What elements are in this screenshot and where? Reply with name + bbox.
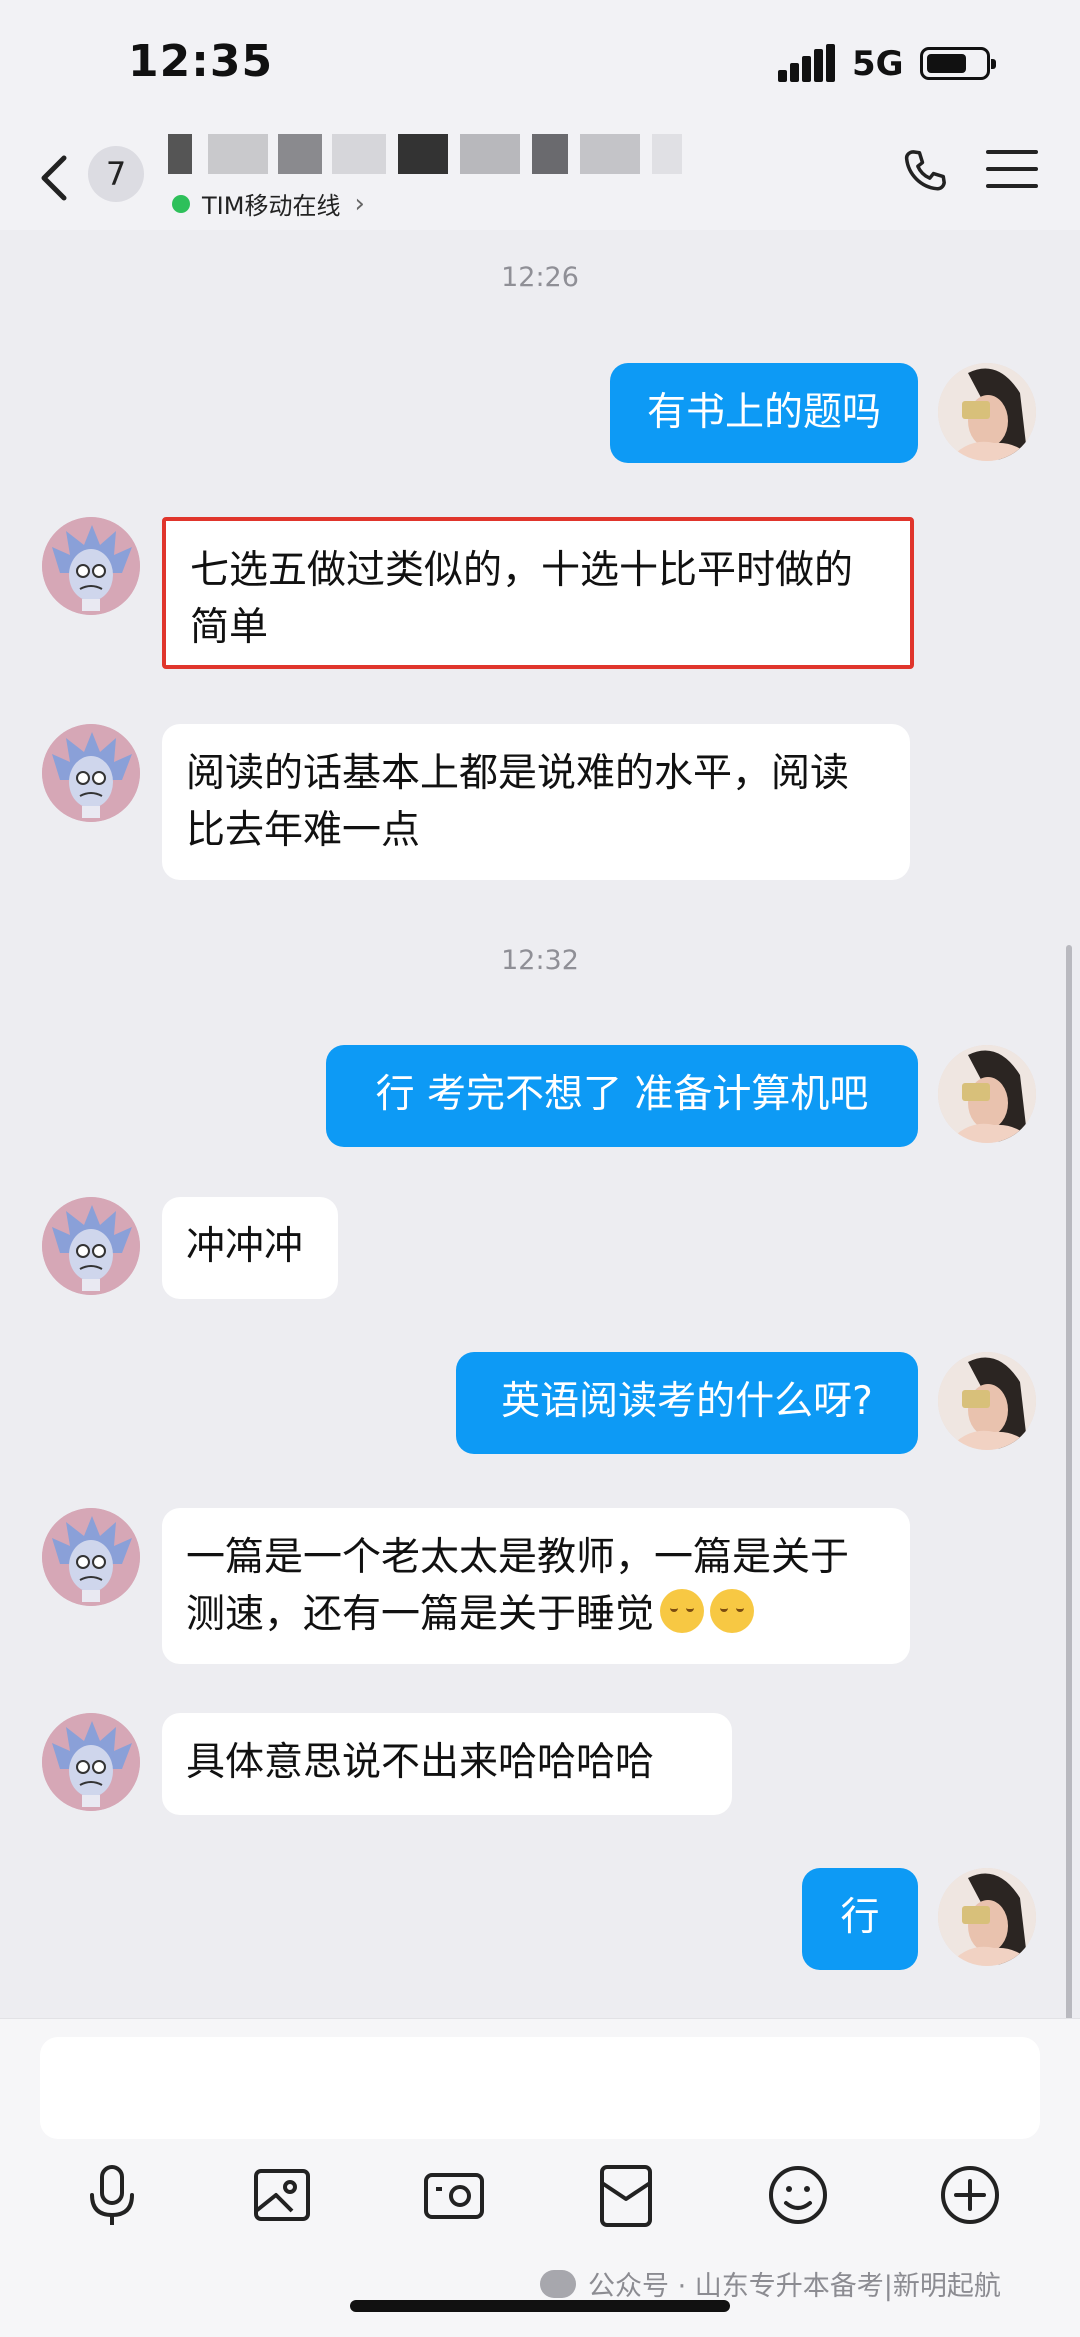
home-indicator[interactable] [350,2300,730,2312]
timestamp: 12:32 [501,945,579,976]
unread-count-badge[interactable]: 7 [88,146,144,202]
self-avatar[interactable] [938,1352,1036,1450]
incoming-message-bubble[interactable]: 具体意思说不出来哈哈哈哈 [162,1713,732,1815]
red-envelope-button[interactable] [590,2159,662,2231]
chevron-right-icon: › [354,188,365,219]
contact-avatar[interactable] [42,1197,140,1295]
camera-icon [424,2173,484,2219]
red-envelope-icon [600,2165,652,2227]
relieved-face-icon [710,1589,755,1633]
online-dot-icon [172,194,190,213]
watermark: 公众号 · 山东专升本备考|新明起航 [540,2264,1001,2303]
chevron-left-icon [41,155,67,201]
voice-button[interactable] [76,2159,148,2231]
microphone-icon [90,2165,134,2225]
emoji-icon [769,2166,827,2224]
message-input[interactable] [40,2037,1040,2139]
outgoing-message-bubble[interactable]: 行 考完不想了 准备计算机吧 [326,1045,918,1147]
emoji-button[interactable] [762,2159,834,2231]
outgoing-message-bubble[interactable]: 有书上的题吗 [610,363,918,463]
contact-name-redacted [168,134,688,180]
contact-avatar[interactable] [42,517,140,615]
battery-icon [920,47,996,80]
outgoing-message-bubble[interactable]: 行 [802,1868,918,1970]
watermark-text: 公众号 · 山东专升本备考|新明起航 [588,2271,1001,2302]
image-icon [254,2169,310,2221]
plus-icon [941,2166,999,2224]
self-avatar[interactable] [938,363,1036,461]
incoming-message-bubble[interactable]: 冲冲冲 [162,1197,338,1299]
contact-avatar[interactable] [42,1508,140,1606]
contact-avatar[interactable] [42,1713,140,1811]
timestamp: 12:26 [501,262,579,293]
contact-avatar[interactable] [42,724,140,822]
status-time: 12:35 [128,36,274,87]
self-avatar[interactable] [938,1045,1036,1143]
signal-icon [778,44,836,82]
wechat-icon [540,2269,576,2298]
scrollbar[interactable] [1066,945,1072,2025]
incoming-message-bubble[interactable]: 阅读的话基本上都是说难的水平，阅读比去年难一点 [162,724,910,880]
relieved-face-icon [660,1589,705,1633]
phone-icon [904,150,946,191]
outgoing-message-bubble[interactable]: 英语阅读考的什么呀? [456,1352,918,1454]
network-type: 5G [852,44,904,84]
status-bar: 12:35 5G [0,0,1080,130]
menu-button[interactable] [986,150,1038,200]
contact-status[interactable]: TIM移动在线 › [172,186,365,221]
incoming-message-bubble[interactable]: 一篇是一个老太太是教师，一篇是关于测速，还有一篇是关于睡觉 [162,1508,910,1664]
contact-status-text: TIM移动在线 [202,192,341,220]
image-button[interactable] [246,2159,318,2231]
incoming-message-bubble-highlighted[interactable]: 七选五做过类似的，十选十比平时做的简单 [162,517,914,669]
camera-button[interactable] [418,2159,490,2231]
phone-call-button[interactable] [898,146,954,202]
back-button[interactable] [32,148,76,208]
chat-header: 7 TIM移动在线 › [0,130,1080,230]
plus-button[interactable] [934,2159,1006,2231]
self-avatar[interactable] [938,1868,1036,1966]
